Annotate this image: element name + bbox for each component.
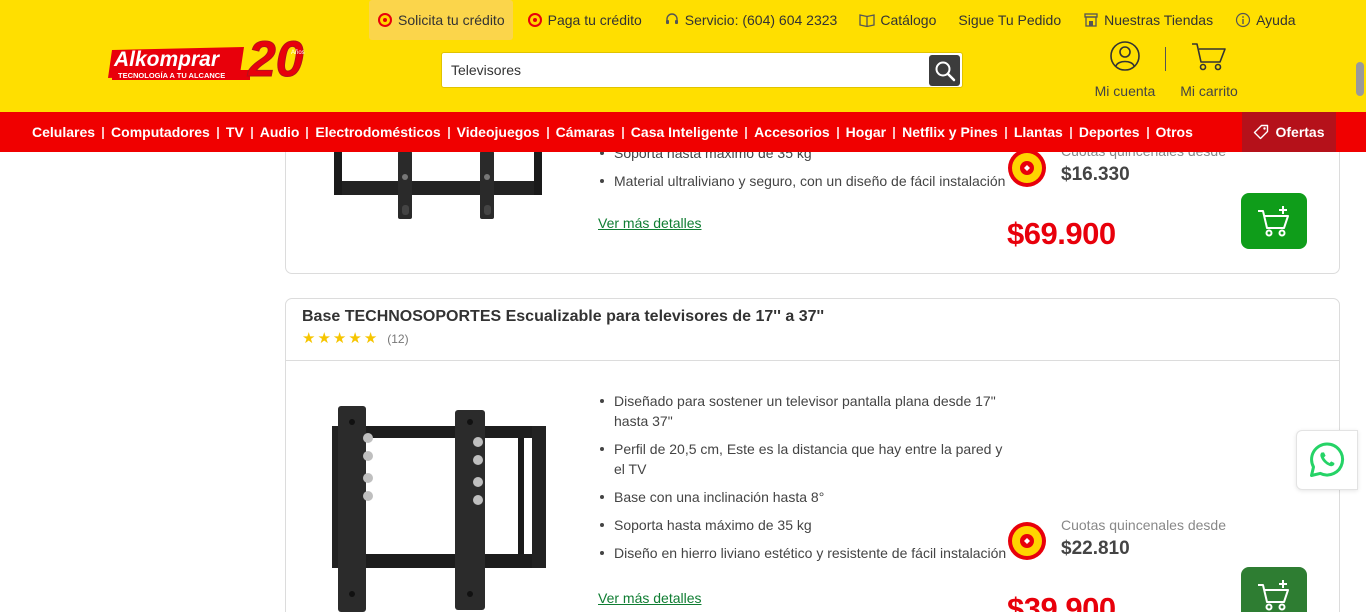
- nav-item-llantas[interactable]: Llantas: [1004, 124, 1071, 140]
- search-button[interactable]: [929, 55, 960, 86]
- headset-icon: [665, 13, 678, 24]
- star-icon: ★: [302, 330, 316, 347]
- feature-item: Soporta hasta máximo de 35 kg: [600, 515, 1014, 535]
- top-link-label: Solicita tu crédito: [398, 12, 505, 28]
- top-link-servicio[interactable]: Servicio: (604) 604 2323: [656, 0, 846, 40]
- nav-item-celulares[interactable]: Celulares: [24, 124, 103, 140]
- info-icon: [1235, 12, 1251, 28]
- search-icon: [935, 61, 955, 81]
- store-icon: [1084, 13, 1098, 27]
- feature-item: Base con una inclinación hasta 8°: [600, 487, 1014, 507]
- cart-label: Mi carrito: [1180, 83, 1238, 99]
- product-card-header: Base TECHNOSOPORTES Escualizable para te…: [286, 299, 1339, 361]
- top-link-label: Sigue Tu Pedido: [958, 12, 1062, 28]
- nav-item-electrodomesticos[interactable]: Electrodomésticos: [306, 124, 448, 140]
- feature-item: Perfil de 20,5 cm, Este es la distancia …: [600, 439, 1014, 479]
- add-to-cart-button[interactable]: [1241, 567, 1307, 612]
- alkomprar-logo[interactable]: Alkomprar TECNOLOGÍA A TU ALCANCE 20 Año…: [108, 28, 323, 88]
- review-count: (12): [387, 332, 409, 346]
- top-link-ayuda[interactable]: Ayuda: [1227, 0, 1303, 40]
- top-link-label: Catálogo: [880, 12, 937, 28]
- cart-plus-icon: [1258, 206, 1289, 237]
- logo-anniversary: 20: [247, 31, 304, 86]
- star-icon: ★: [332, 330, 347, 347]
- top-link-paga-credito[interactable]: Paga tu crédito: [519, 0, 650, 40]
- logo-anniversary-word: Años: [291, 50, 305, 56]
- whatsapp-icon: [1310, 442, 1345, 477]
- installments-value: $22.810: [1061, 538, 1130, 559]
- nav-item-deportes[interactable]: Deportes: [1069, 124, 1148, 140]
- top-link-solicita-credito[interactable]: Solicita tu crédito: [369, 0, 513, 40]
- cart-icon: [1192, 43, 1226, 71]
- product-card: Base TECHNOSOPORTES Escualizable para te…: [285, 298, 1340, 612]
- header-divider: [1165, 47, 1166, 71]
- installments-label: Cuotas quincenales desde: [1061, 517, 1227, 533]
- add-to-cart-button[interactable]: [1241, 193, 1307, 249]
- nav-item-accesorios[interactable]: Accesorios: [745, 124, 837, 140]
- nav-item-netflix-pines[interactable]: Netflix y Pines: [893, 124, 1006, 140]
- logo-tagline: TECNOLOGÍA A TU ALCANCE: [118, 71, 225, 80]
- catalog-icon: [859, 14, 875, 28]
- details-link[interactable]: Ver más detalles: [598, 215, 702, 231]
- top-links: Solicita tu crédito Paga tu crédito Serv…: [369, 0, 1304, 40]
- price: $69.900: [1007, 216, 1116, 251]
- nav-item-tv[interactable]: TV: [216, 124, 252, 140]
- feature-item: Diseño en hierro liviano estético y resi…: [600, 543, 1014, 563]
- tag-icon: [1254, 124, 1269, 140]
- credit-coin-icon: [378, 13, 392, 27]
- page: Soporta hasta máximo de 35 kg Material u…: [0, 0, 1366, 612]
- nav-item-casa-inteligente[interactable]: Casa Inteligente: [621, 124, 746, 140]
- nav-item-videojuegos[interactable]: Videojuegos: [447, 124, 548, 140]
- top-link-tiendas[interactable]: Nuestras Tiendas: [1075, 0, 1221, 40]
- nav-item-audio[interactable]: Audio: [250, 124, 308, 140]
- cart-plus-icon: [1258, 580, 1289, 611]
- price: $39.900: [1007, 591, 1116, 612]
- installments-value: $16.330: [1061, 164, 1130, 185]
- credit-coin-icon: [1008, 149, 1046, 187]
- top-link-label: Paga tu crédito: [547, 12, 642, 28]
- top-link-label: Servicio: (604) 604 2323: [684, 12, 838, 28]
- feature-list: Diseñado para sostener un televisor pant…: [600, 391, 1014, 571]
- rating: ★ ★ ★ ★ ★ (12): [302, 330, 1323, 347]
- star-icon: ★: [363, 330, 378, 347]
- product-image[interactable]: [328, 404, 550, 612]
- nav-item-computadores[interactable]: Computadores: [102, 124, 218, 140]
- credit-coin-icon: [1008, 522, 1046, 560]
- search-input[interactable]: [442, 53, 928, 87]
- feature-item: Diseñado para sostener un televisor pant…: [600, 391, 1014, 431]
- star-icon: ★: [317, 330, 331, 347]
- nav-item-camaras[interactable]: Cámaras: [546, 124, 623, 140]
- logo-brand: Alkomprar: [113, 48, 221, 71]
- nav-offers-label: Ofertas: [1275, 124, 1325, 140]
- cart-button[interactable]: Mi carrito: [1176, 40, 1242, 99]
- nav-item-ofertas[interactable]: Ofertas: [1242, 112, 1336, 152]
- top-link-label: Nuestras Tiendas: [1104, 12, 1214, 28]
- pay-coin-icon: [527, 13, 542, 27]
- user-icon: [1110, 41, 1140, 71]
- account-button[interactable]: Mi cuenta: [1092, 40, 1158, 99]
- whatsapp-button[interactable]: [1296, 430, 1358, 490]
- scrollbar-thumb[interactable]: [1356, 62, 1364, 96]
- top-link-label: Ayuda: [1256, 12, 1296, 28]
- category-nav: Celulares Computadores TV Audio Electrod…: [0, 112, 1366, 152]
- nav-item-otros[interactable]: Otros: [1146, 124, 1201, 140]
- header: Solicita tu crédito Paga tu crédito Serv…: [0, 0, 1366, 112]
- search-bar: [441, 52, 963, 88]
- details-link[interactable]: Ver más detalles: [598, 590, 702, 606]
- nav-item-hogar[interactable]: Hogar: [836, 124, 894, 140]
- feature-item: Material ultraliviano y seguro, con un d…: [600, 171, 1014, 191]
- top-link-catalogo[interactable]: Catálogo: [851, 0, 944, 40]
- account-label: Mi cuenta: [1094, 83, 1156, 99]
- top-link-sigue-pedido[interactable]: Sigue Tu Pedido: [950, 0, 1069, 40]
- star-icon: ★: [348, 330, 362, 347]
- product-image[interactable]: [330, 141, 546, 221]
- product-title[interactable]: Base TECHNOSOPORTES Escualizable para te…: [302, 308, 1323, 326]
